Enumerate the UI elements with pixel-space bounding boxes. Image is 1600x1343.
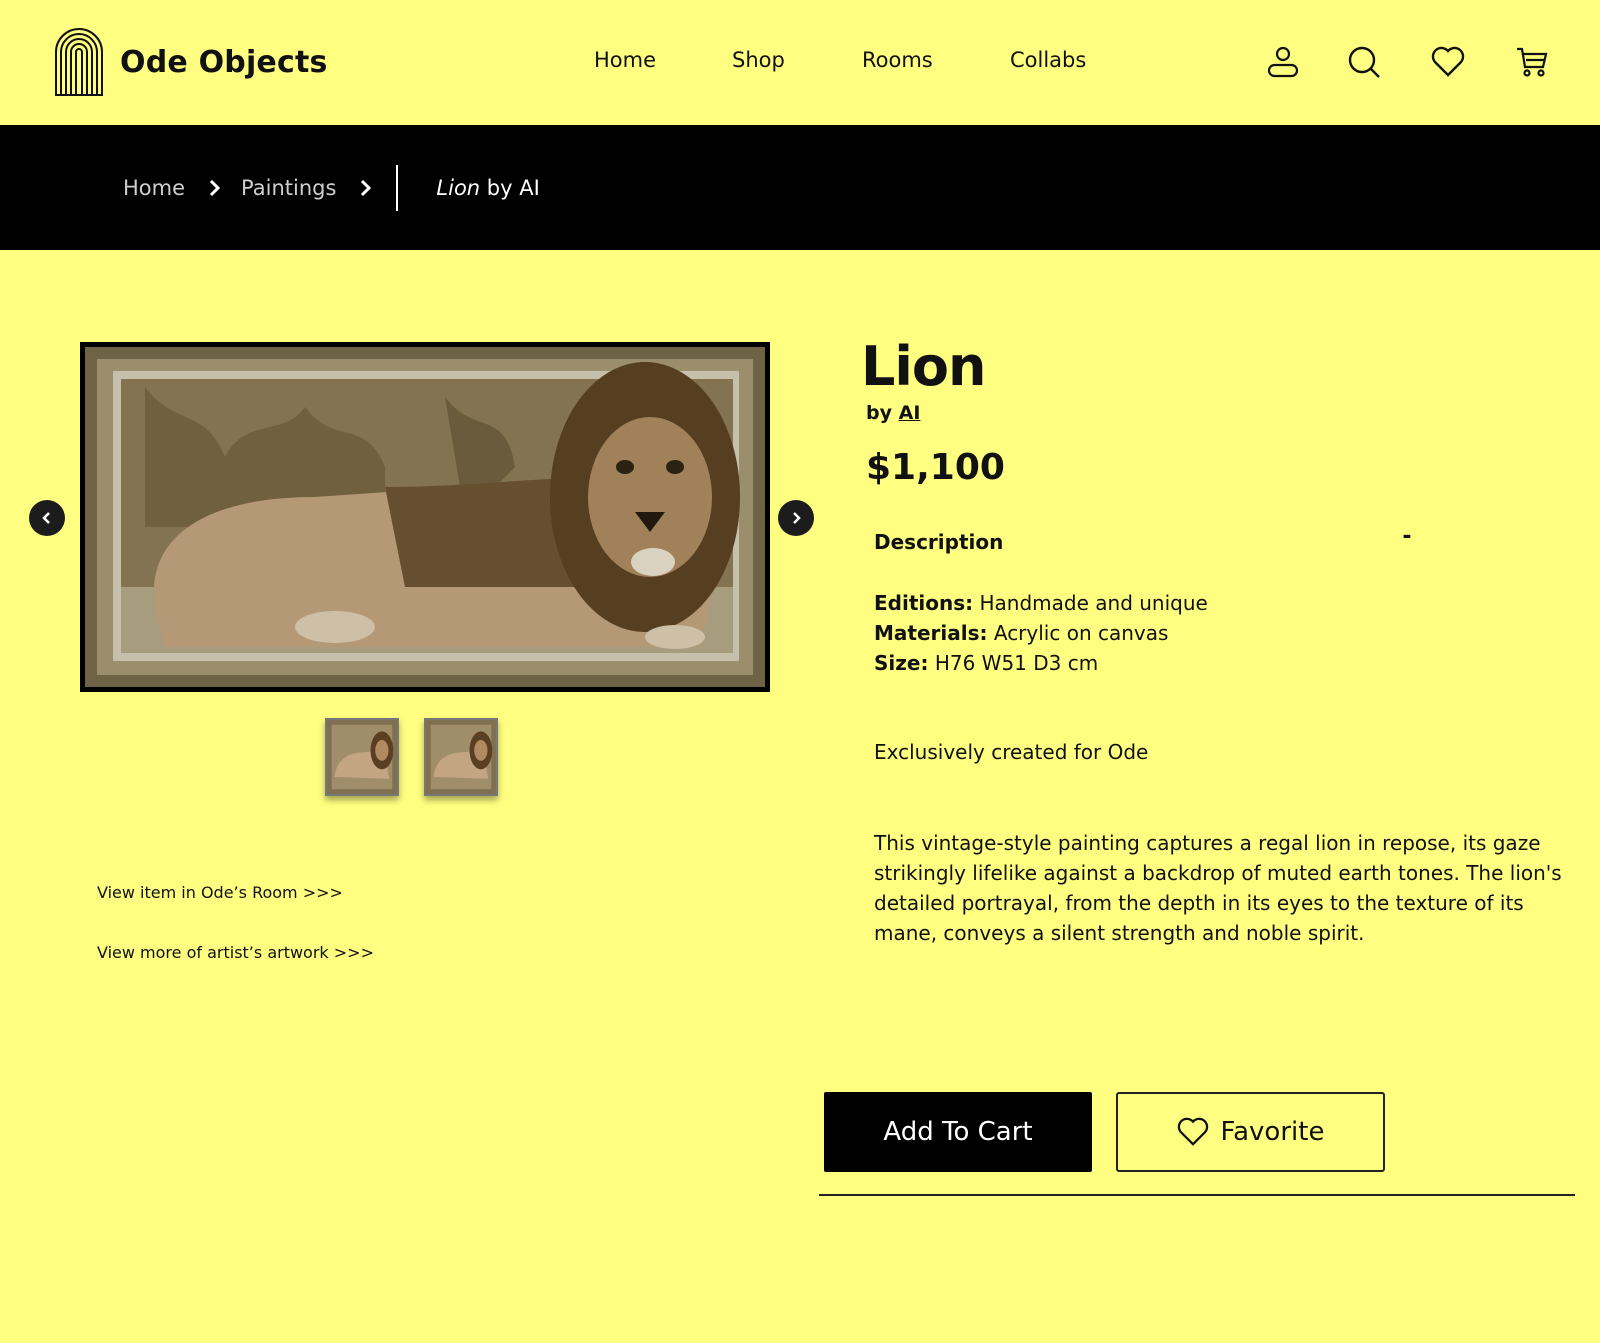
spec-editions: Editions: Handmade and unique: [874, 591, 1208, 615]
site-header: Ode Objects Home Shop Rooms Collabs: [0, 0, 1600, 125]
product-byline: by AI: [866, 402, 920, 424]
gallery-thumbnail[interactable]: [424, 718, 498, 796]
lion-painting-image: [85, 347, 765, 687]
search-icon[interactable]: [1346, 44, 1382, 80]
view-in-room-link[interactable]: View item in Ode’s Room >>>: [97, 883, 343, 902]
chevron-left-icon: [42, 512, 50, 524]
favorite-button[interactable]: Favorite: [1116, 1092, 1385, 1172]
gallery-thumbnail[interactable]: [325, 718, 399, 796]
description-collapse-toggle[interactable]: -: [1397, 524, 1417, 554]
breadcrumb-current-suffix: by AI: [480, 175, 540, 200]
byline-prefix: by: [866, 402, 899, 424]
lion-thumbnail-image: [426, 720, 496, 794]
lion-thumbnail-image: [327, 720, 397, 794]
spec-value: Handmade and unique: [973, 591, 1208, 615]
spec-label: Editions:: [874, 591, 974, 615]
breadcrumb-current-title: Lion: [436, 175, 481, 200]
heart-icon[interactable]: [1430, 44, 1466, 80]
product-price: $1,100: [866, 447, 1005, 488]
spec-label: Size:: [874, 651, 929, 675]
spec-materials: Materials: Acrylic on canvas: [874, 621, 1168, 645]
divider: [819, 1194, 1575, 1196]
favorite-label: Favorite: [1220, 1117, 1325, 1147]
account-icon[interactable]: [1265, 44, 1301, 80]
view-artist-artwork-link[interactable]: View more of artist’s artwork >>>: [97, 943, 374, 962]
cart-icon[interactable]: [1514, 44, 1550, 80]
add-to-cart-button[interactable]: Add To Cart: [824, 1092, 1092, 1172]
spec-size: Size: H76 W51 D3 cm: [874, 651, 1098, 675]
breadcrumb-current: Lion by AI: [436, 176, 539, 200]
breadcrumb: Home Paintings Lion by AI: [123, 125, 540, 250]
breadcrumb-bar: Home Paintings Lion by AI: [0, 125, 1600, 250]
nav-collabs[interactable]: Collabs: [1010, 48, 1086, 72]
breadcrumb-home[interactable]: Home: [123, 176, 185, 200]
product-image: [80, 342, 770, 692]
spec-value: H76 W51 D3 cm: [928, 651, 1099, 675]
nav-home[interactable]: Home: [594, 48, 656, 72]
exclusive-note: Exclusively created for Ode: [874, 740, 1149, 764]
breadcrumb-paintings[interactable]: Paintings: [241, 176, 336, 200]
spec-value: Acrylic on canvas: [987, 621, 1169, 645]
chevron-right-icon: [209, 179, 221, 197]
product-description: This vintage-style painting captures a r…: [874, 831, 1562, 945]
spec-label: Materials:: [874, 621, 988, 645]
chevron-right-icon: [360, 179, 372, 197]
gallery-prev-button[interactable]: [29, 500, 65, 536]
breadcrumb-divider: [396, 164, 399, 211]
nav-rooms[interactable]: Rooms: [862, 48, 933, 72]
product-title: Lion: [861, 335, 986, 398]
gallery-next-button[interactable]: [778, 500, 814, 536]
nav-shop[interactable]: Shop: [732, 48, 785, 72]
description-heading: Description: [874, 530, 1004, 554]
artist-link[interactable]: AI: [899, 402, 921, 424]
heart-icon: [1177, 1117, 1208, 1146]
chevron-right-icon: [793, 512, 801, 524]
